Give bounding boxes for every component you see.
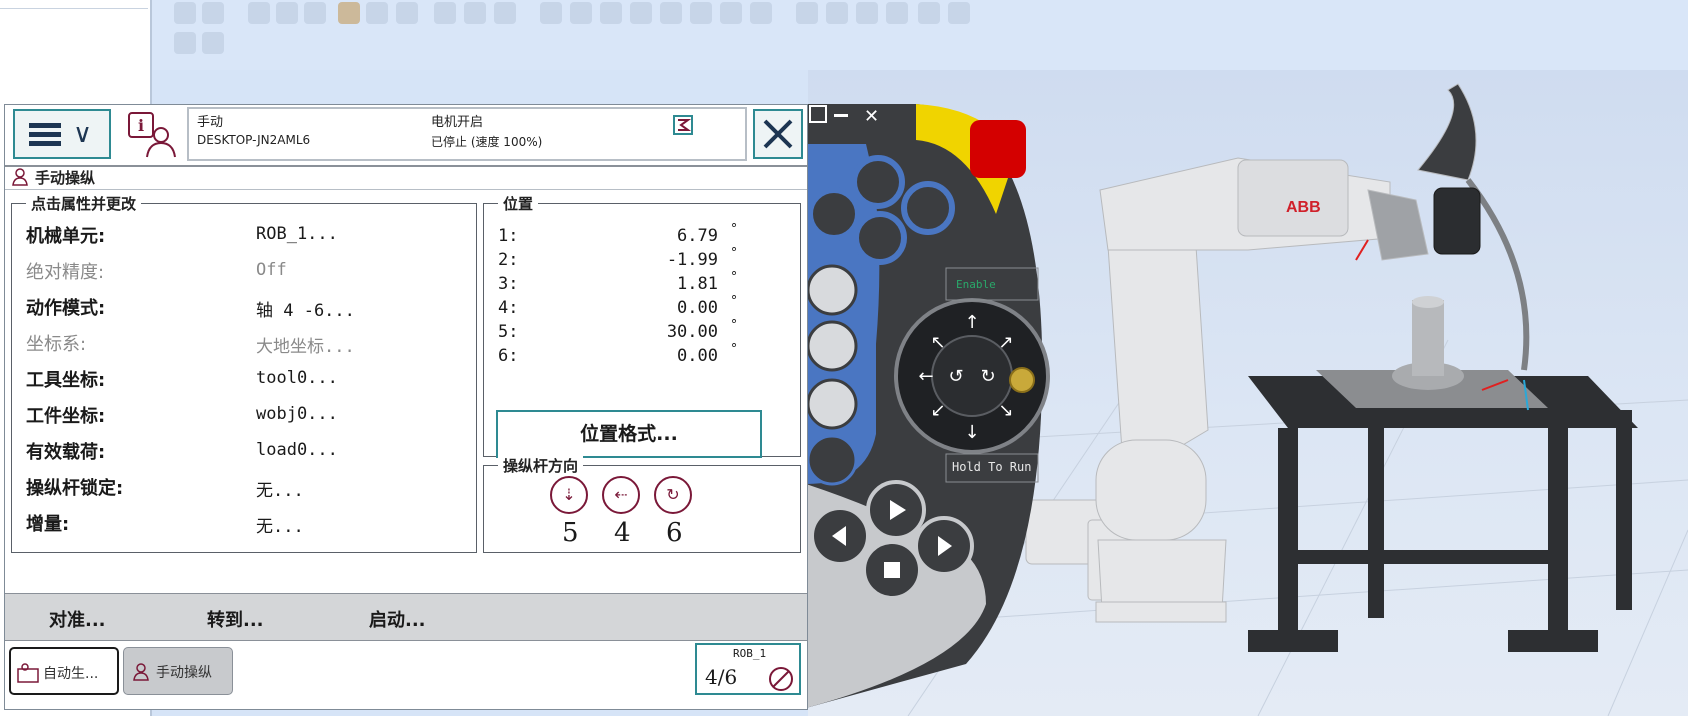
svg-text:i: i <box>138 116 144 135</box>
program-pointer-icon <box>673 115 693 135</box>
properties-group: 点击属性并更改 机械单元: ROB_1... 绝对精度: Off 动作模式: 轴… <box>11 193 477 553</box>
select-curve-icon[interactable] <box>202 2 224 24</box>
mechanical-unit-label: ROB_1 <box>733 647 767 660</box>
snap-gravity-icon[interactable] <box>690 2 712 24</box>
select-path-icon[interactable] <box>434 2 456 24</box>
increment-key[interactable] <box>806 434 858 486</box>
select-mechanism-icon[interactable] <box>338 2 360 24</box>
position-format-button[interactable]: 位置格式... <box>496 410 762 458</box>
hold-to-run-label: Hold To Run <box>952 460 1032 474</box>
align-button[interactable]: 对准... <box>49 606 106 632</box>
flexpendant-control-panel: ↑ ↓ ← → ↖ ↗ ↙ ↘ ↺ ↻ ✕ <box>806 104 1088 708</box>
side-panel-cell <box>0 0 148 9</box>
svg-text:↗: ↗ <box>998 332 1013 353</box>
toggle-axis-key[interactable] <box>806 378 858 430</box>
task-auto-production[interactable]: 自动生... <box>9 647 119 695</box>
joystick-axis-rotate: 6 <box>666 518 683 548</box>
joystick-direction-group: 操纵杆方向 ⇣ ⇠ ↻ 5 4 6 <box>483 455 801 553</box>
jogging-task-icon <box>133 663 149 681</box>
window-title-bar: 手动操纵 <box>5 165 807 190</box>
svg-text:↙: ↙ <box>930 400 945 421</box>
joystick-leftright-icon: ⇠ <box>602 476 640 514</box>
joystick-axis-updown: 5 <box>562 518 579 548</box>
goto-button[interactable]: 转到... <box>207 606 264 632</box>
run-state: 已停止 (速度 100%) <box>431 135 543 149</box>
position-legend: 位置 <box>498 193 539 214</box>
measure-distance-icon[interactable] <box>796 2 818 24</box>
toggle-motion-mode-key[interactable] <box>806 320 858 372</box>
auto-production-icon <box>17 663 39 683</box>
operating-mode: 手动 <box>197 115 224 130</box>
measure-points-icon[interactable] <box>918 2 940 24</box>
robot <box>1025 83 1530 623</box>
snap-edge-point-icon[interactable] <box>660 2 682 24</box>
play-icon[interactable] <box>174 32 196 54</box>
viewport-toolbar <box>152 0 1688 70</box>
snap-center-icon[interactable] <box>570 2 592 24</box>
chevron-down-icon: ∨ <box>73 119 93 149</box>
joystick-axis-leftright: 4 <box>614 518 631 548</box>
preset-key-3[interactable] <box>901 181 955 235</box>
task-jogging[interactable]: 手动操纵 <box>123 647 233 695</box>
select-icon[interactable] <box>174 2 196 24</box>
enable-label: Enable <box>956 278 996 291</box>
select-part-icon[interactable] <box>304 2 326 24</box>
svg-text:↑: ↑ <box>964 312 979 333</box>
select-unit-key[interactable] <box>806 264 858 316</box>
event-log-icon[interactable]: i <box>127 111 179 159</box>
svg-text:←: ← <box>918 366 933 387</box>
close-icon <box>763 119 793 149</box>
increment-off-icon <box>769 667 793 691</box>
quickset-button[interactable]: ROB_1 4/6 <box>695 643 801 695</box>
preset-key-4[interactable] <box>853 211 907 265</box>
measure-angle-icon[interactable] <box>826 2 848 24</box>
stop-icon[interactable] <box>202 32 224 54</box>
joystick-updown-icon: ⇣ <box>550 476 588 514</box>
menu-icon <box>29 123 61 147</box>
preset-key-1[interactable] <box>851 155 905 209</box>
flexpendant-screen: ∨ i 手动 DESKTOP-JN2AML6 电机开启 已停止 (速度 100%… <box>4 104 808 710</box>
svg-text:↻: ↻ <box>980 366 995 387</box>
joystick-direction-legend: 操纵杆方向 <box>498 455 584 476</box>
window-title: 手动操纵 <box>35 169 96 187</box>
start-button[interactable]: 启动... <box>369 606 426 632</box>
snap-midpoint-icon[interactable] <box>600 2 622 24</box>
status-box[interactable]: 手动 DESKTOP-JN2AML6 电机开启 已停止 (速度 100%) <box>187 107 747 161</box>
measure-minimum-icon[interactable] <box>886 2 908 24</box>
preset-key-2[interactable] <box>807 187 861 241</box>
svg-text:↓: ↓ <box>964 422 979 443</box>
snap-grid-icon[interactable] <box>540 2 562 24</box>
measure-diameter-icon[interactable] <box>856 2 878 24</box>
position-group: 位置 1: 6.79 ° 2: -1.99 ° 3: 1.81 ° 4: 0.0… <box>483 193 801 458</box>
jogging-icon <box>12 168 28 186</box>
snap-end-icon[interactable] <box>630 2 652 24</box>
measure-more-icon[interactable] <box>948 2 970 24</box>
snap-object-icon[interactable] <box>464 2 486 24</box>
svg-text:↖: ↖ <box>930 332 945 353</box>
main-menu-button[interactable]: ∨ <box>13 109 111 159</box>
snap-edge-icon[interactable] <box>494 2 516 24</box>
axis-group-fraction: 4/6 <box>705 665 738 689</box>
snap-frame-icon[interactable] <box>750 2 772 24</box>
select-surface-icon[interactable] <box>248 2 270 24</box>
motor-state: 电机开启 <box>431 115 484 130</box>
close-button[interactable] <box>753 109 803 159</box>
command-bar: 对准... 转到... 启动... <box>5 593 807 641</box>
svg-text:↘: ↘ <box>998 400 1013 421</box>
abb-logo: ABB <box>1286 199 1321 216</box>
work-table <box>1248 296 1638 652</box>
properties-legend: 点击属性并更改 <box>26 193 142 214</box>
svg-text:↺: ↺ <box>948 366 963 387</box>
joystick-rotate-icon: ↻ <box>654 476 692 514</box>
select-group-icon[interactable] <box>366 2 388 24</box>
task-bar: 自动生... 手动操纵 ROB_1 4/6 <box>5 641 807 709</box>
emergency-stop-button[interactable] <box>970 120 1026 178</box>
select-target-icon[interactable] <box>396 2 418 24</box>
controller-name: DESKTOP-JN2AML6 <box>197 133 311 147</box>
close-pendant-icon[interactable]: ✕ <box>864 106 879 127</box>
select-body-icon[interactable] <box>276 2 298 24</box>
status-header: ∨ i 手动 DESKTOP-JN2AML6 电机开启 已停止 (速度 100%… <box>5 105 807 167</box>
minimize-icon[interactable] <box>834 114 848 117</box>
snap-local-origin-icon[interactable] <box>720 2 742 24</box>
